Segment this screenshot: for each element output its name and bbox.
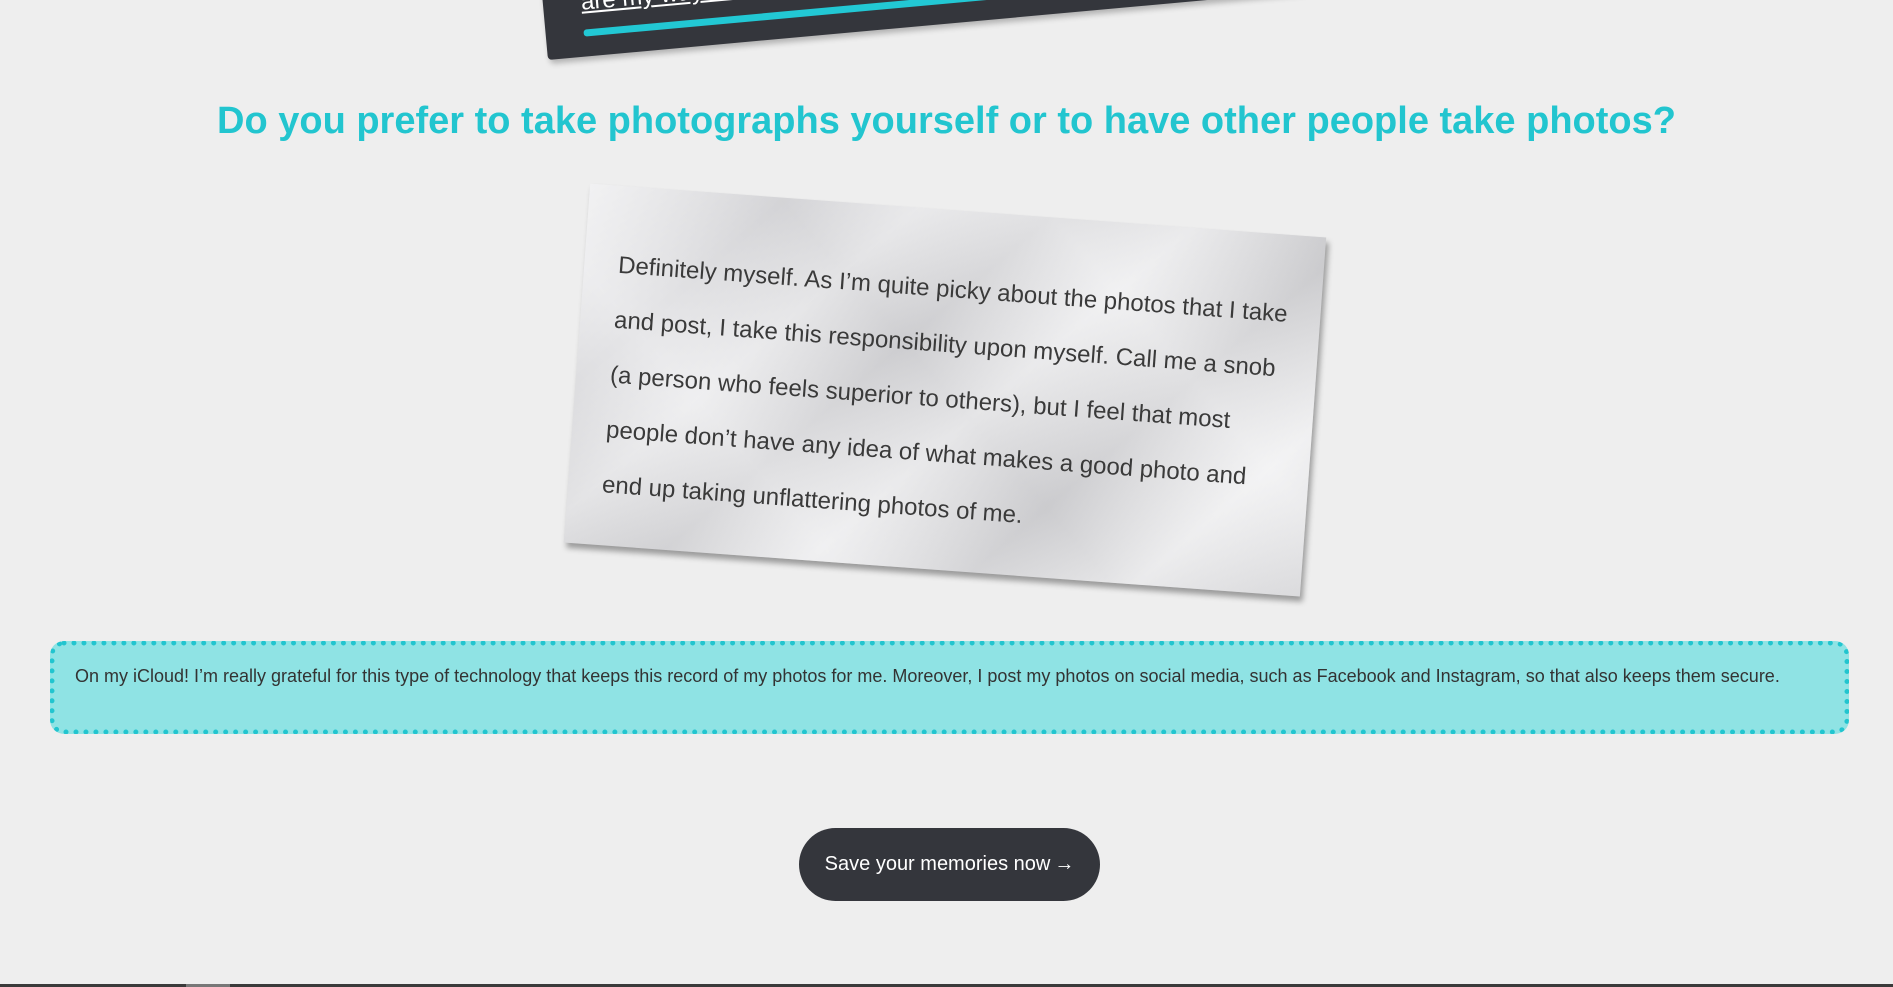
previous-answer-card: are my way of sharing: [531, 0, 1305, 60]
answer-text: Definitely myself. As I’m quite picky ab…: [601, 251, 1289, 529]
save-memories-button[interactable]: Save your memories now →: [799, 828, 1100, 901]
answer-paper-card: Definitely myself. As I’m quite picky ab…: [563, 183, 1327, 597]
save-memories-button-label: Save your memories now: [824, 853, 1051, 875]
question-heading: Do you prefer to take photographs yourse…: [217, 100, 1676, 142]
info-callout-box: On my iCloud! I’m really grateful for th…: [50, 641, 1849, 734]
info-callout-text: On my iCloud! I’m really grateful for th…: [75, 666, 1780, 686]
arrow-right-icon: →: [1054, 853, 1075, 875]
save-memories-button-content: Save your memories now →: [825, 853, 1075, 876]
